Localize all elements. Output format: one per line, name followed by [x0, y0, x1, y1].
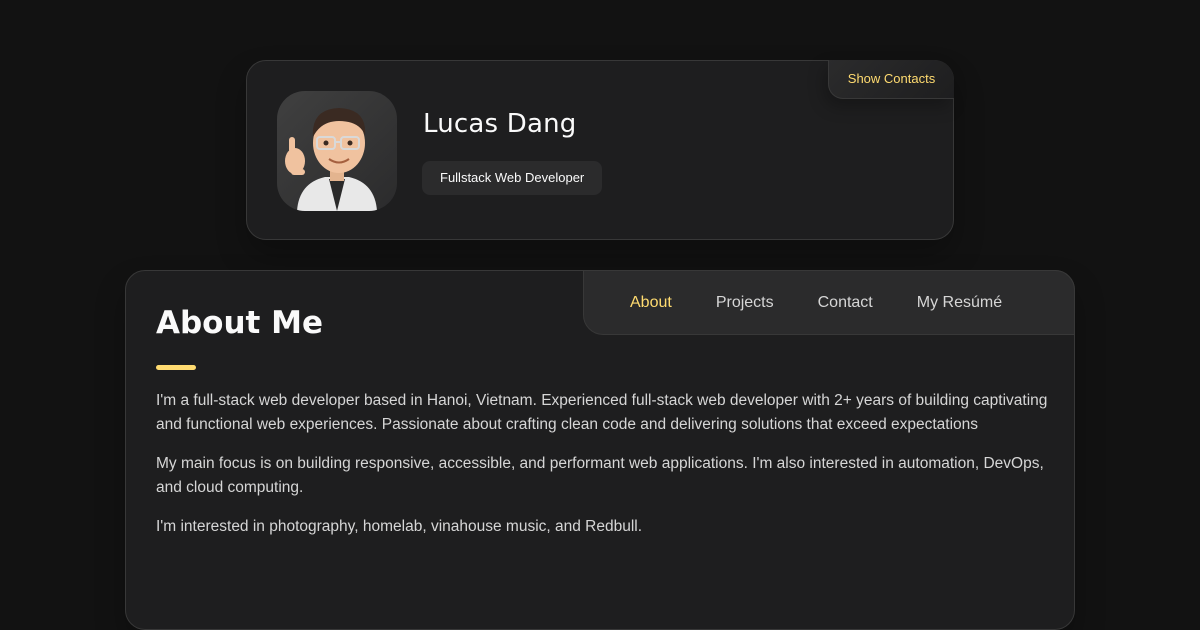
title-underline: [156, 365, 196, 370]
memoji-avatar-icon: [285, 108, 377, 211]
nav-link-projects[interactable]: Projects: [716, 294, 774, 312]
about-text: I'm a full-stack web developer based in …: [156, 389, 1048, 554]
nav-link-about[interactable]: About: [630, 294, 672, 312]
main-navbar: About Projects Contact My Resúmé: [583, 270, 1075, 335]
about-paragraph: I'm a full-stack web developer based in …: [156, 392, 1048, 433]
about-paragraph: My main focus is on building responsive,…: [156, 455, 1044, 496]
about-paragraph: I'm interested in photography, homelab, …: [156, 518, 643, 535]
show-contacts-button[interactable]: Show Contacts: [828, 60, 954, 99]
nav-link-resume[interactable]: My Resúmé: [917, 294, 1002, 312]
job-title-badge: Fullstack Web Developer: [422, 161, 603, 195]
page-title: About Me: [156, 305, 324, 341]
profile-card: Lucas Dang Fullstack Web Developer Show …: [246, 60, 954, 240]
profile-name: Lucas Dang: [423, 109, 577, 139]
avatar: [277, 91, 397, 211]
nav-link-contact[interactable]: Contact: [818, 294, 873, 312]
about-article: About Projects Contact My Resúmé About M…: [125, 270, 1075, 630]
